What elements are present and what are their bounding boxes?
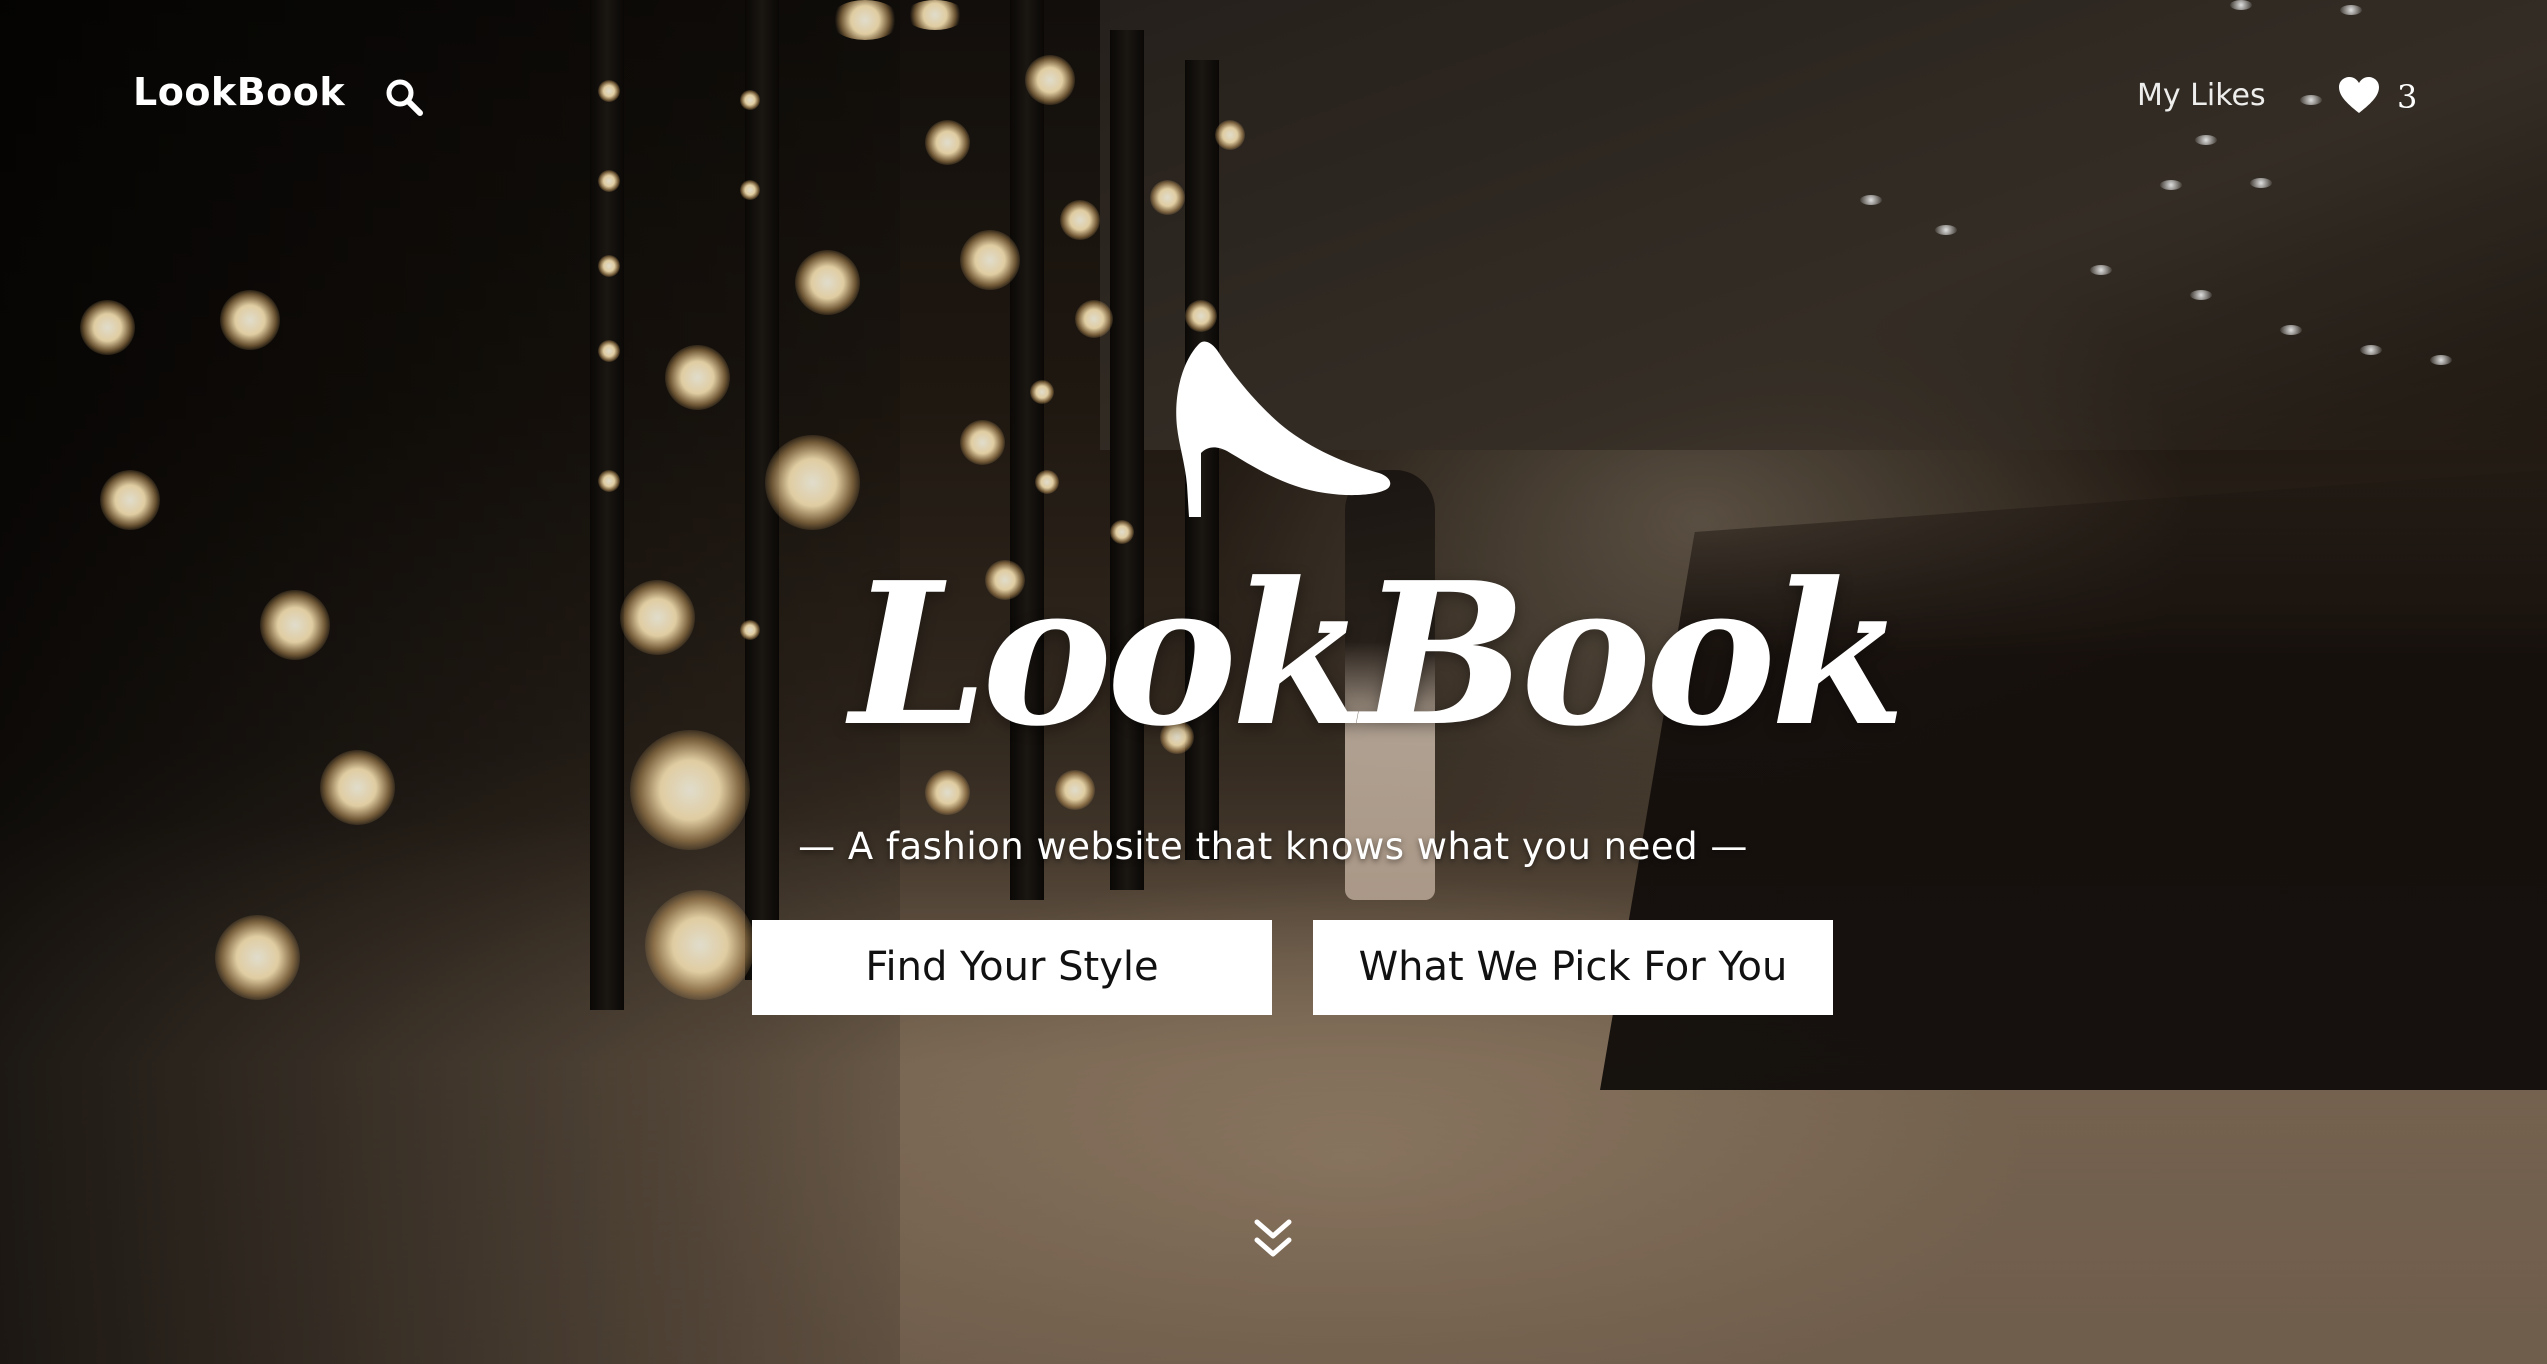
double-chevron-down-icon[interactable] — [1253, 1218, 1293, 1262]
search-icon[interactable] — [383, 76, 425, 118]
hero-logo-text: LookBook — [850, 540, 1906, 770]
find-your-style-button[interactable]: Find Your Style — [752, 920, 1272, 1015]
heart-icon[interactable] — [2337, 75, 2381, 115]
hero-tagline: — A fashion website that knows what you … — [798, 825, 1748, 868]
high-heel-shoe-icon — [1155, 335, 1395, 525]
top-navigation: LookBook My Likes 3 — [0, 0, 2547, 190]
likes-count-badge[interactable]: 3 — [2397, 78, 2417, 116]
my-likes-link[interactable]: My Likes — [2137, 78, 2266, 113]
what-we-pick-button[interactable]: What We Pick For You — [1313, 920, 1833, 1015]
brand-logo-link[interactable]: LookBook — [133, 70, 345, 114]
